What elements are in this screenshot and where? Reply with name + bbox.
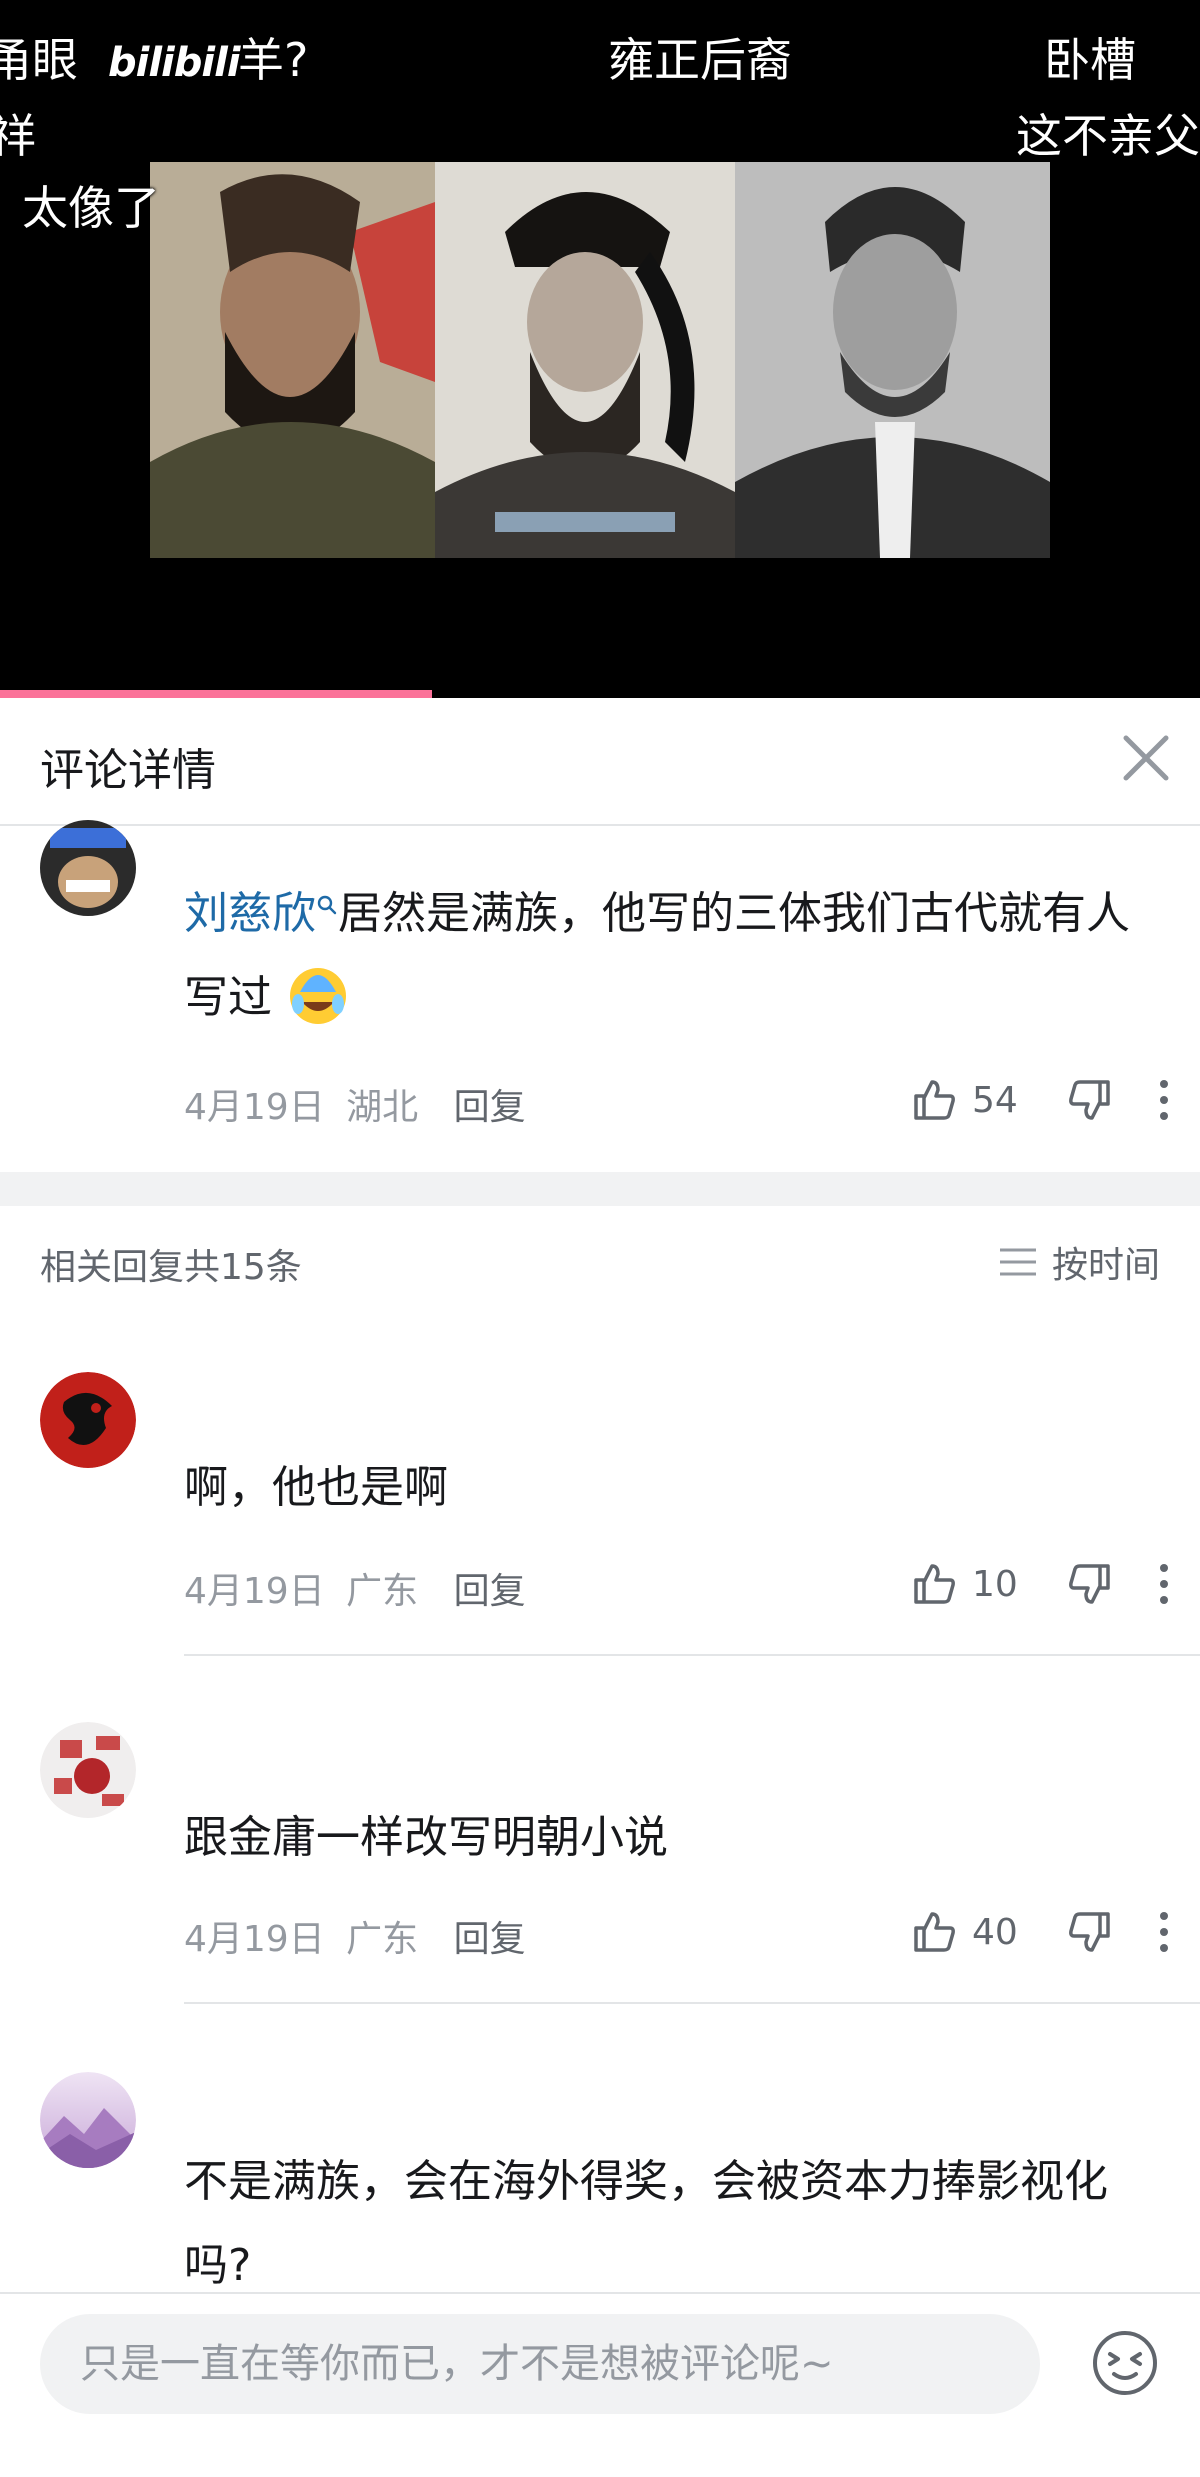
close-icon[interactable] (1116, 728, 1176, 788)
mention-link[interactable]: 刘慈欣 (184, 888, 316, 939)
danmaku-comment: 雍正后裔 (608, 33, 792, 87)
reply-text: 跟金庸一样改写明朝小说 (184, 1812, 668, 1863)
like-count: 10 (972, 1563, 1018, 1605)
bottom-safe-area (0, 2440, 1200, 2477)
like-button[interactable]: 10 (910, 1560, 1022, 1608)
comment-actions: 54 (910, 1070, 1170, 1130)
comment-date: 4月19日 (184, 1087, 325, 1128)
replies-header: 相关回复共15条 按时间 (0, 1206, 1200, 1316)
reply-divider (184, 1654, 1200, 1656)
reply-actions: 40 (910, 1902, 1170, 1962)
reply-meta: 4月19日 广东 回复 (184, 1562, 526, 1614)
comment-detail-header: 评论详情 (0, 698, 1200, 826)
reply-date: 4月19日 (184, 1919, 325, 1960)
reply-text: 啊，他也是啊 (184, 1462, 448, 1513)
comment-input-bar (0, 2292, 1200, 2442)
section-divider (0, 1172, 1200, 1206)
thumbs-down-icon[interactable] (1066, 1076, 1114, 1124)
emoji-icon[interactable] (1090, 2328, 1160, 2398)
sort-lines-icon (999, 1248, 1036, 1276)
search-icon[interactable] (316, 894, 338, 920)
thumbs-up-icon (914, 1564, 955, 1604)
portrait-photo-3 (735, 162, 1050, 558)
more-options-icon[interactable] (1158, 1908, 1170, 1956)
sort-label: 按时间 (1051, 1245, 1160, 1286)
sort-button[interactable]: 按时间 (998, 1236, 1160, 1288)
danmaku-comment: 卧槽 (1044, 33, 1136, 87)
reply-actions: 10 (910, 1554, 1170, 1614)
sheet-title: 评论详情 (40, 745, 216, 796)
thumbs-up-icon (914, 1080, 955, 1120)
reply-button[interactable]: 回复 (454, 1571, 526, 1612)
reply-text: 不是满族，会在海外得奖，会被资本力捧影视化吗? (184, 2156, 1108, 2291)
main-comment: 刘慈欣 居然是满族，他写的三体我们古代就有人写过 4月19日 湖北 回复 54 (0, 820, 1200, 1172)
comment-meta: 4月19日 湖北 回复 (184, 1078, 526, 1130)
danmaku-comment: 太像了 (22, 181, 160, 235)
reply-location: 广东 (346, 1571, 419, 1612)
danmaku-comment: 这不亲父 (1016, 109, 1200, 163)
avatar[interactable] (40, 820, 136, 916)
video-player[interactable]: 甬眼 bilibili 羊? 雍正后裔 卧槽 祥 这不亲父 太像了 (0, 0, 1200, 698)
like-button[interactable]: 54 (910, 1076, 1022, 1124)
thumbs-down-icon[interactable] (1066, 1908, 1114, 1956)
thumbs-down-icon[interactable] (1066, 1560, 1114, 1608)
avatar[interactable] (40, 1722, 136, 1818)
avatar[interactable] (40, 1372, 136, 1468)
comment-text: 刘慈欣 居然是满族，他写的三体我们古代就有人写过 (184, 872, 1164, 1040)
reply-meta: 4月19日 广东 回复 (184, 1910, 526, 1962)
video-progress-bar[interactable] (0, 690, 1200, 698)
reply-button[interactable]: 回复 (454, 1919, 526, 1960)
danmaku-comment: 羊? (238, 33, 309, 87)
more-options-icon[interactable] (1158, 1076, 1170, 1124)
thumbs-up-icon (914, 1912, 955, 1952)
reply-divider (184, 2002, 1200, 2004)
laughing-crying-emoji-icon (290, 968, 346, 1024)
reply-button[interactable]: 回复 (454, 1087, 526, 1128)
reply-location: 广东 (346, 1919, 419, 1960)
like-count: 40 (972, 1911, 1018, 1953)
comment-location: 湖北 (346, 1087, 419, 1128)
bilibili-logo: bilibili (108, 40, 241, 86)
portrait-photo-1 (150, 162, 435, 558)
replies-count: 相关回复共15条 (40, 1247, 302, 1288)
like-count: 54 (972, 1079, 1018, 1121)
reply-date: 4月19日 (184, 1571, 325, 1612)
avatar[interactable] (40, 2072, 136, 2168)
portrait-photo-2 (435, 162, 735, 558)
more-options-icon[interactable] (1158, 1560, 1170, 1608)
danmaku-comment: 祥 (0, 109, 36, 163)
like-button[interactable]: 40 (910, 1908, 1022, 1956)
video-frame (150, 162, 1050, 558)
comment-input[interactable] (40, 2314, 1040, 2414)
danmaku-comment: 甬眼 (0, 33, 78, 87)
video-progress-fill (0, 690, 432, 698)
